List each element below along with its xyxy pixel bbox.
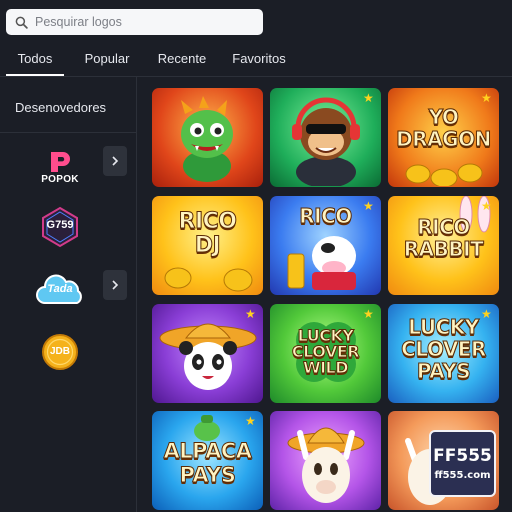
provider-sidebar: Desenovedores POPOK G759 Tada JDB: [0, 77, 137, 512]
gold-coins-icon: [405, 163, 483, 186]
tada-logo-text: Tada: [47, 283, 73, 295]
search-input[interactable]: [35, 15, 255, 29]
game-tile-lucky-clover-pays[interactable]: LUCKY CLOVER PAYS ★: [388, 304, 499, 403]
money-bag-icon: [194, 415, 220, 441]
provider-jdb[interactable]: JDB: [30, 329, 90, 375]
tab-recente[interactable]: Recente: [154, 46, 210, 76]
search-bar[interactable]: [6, 9, 263, 35]
favorite-star-icon[interactable]: ★: [245, 415, 257, 427]
game-tile-dragon[interactable]: [152, 88, 263, 187]
gold-coins-icon: [164, 267, 253, 292]
favorite-star-icon[interactable]: ★: [363, 308, 375, 320]
favorite-star-icon[interactable]: ★: [481, 308, 493, 320]
sidebar-divider: [0, 132, 137, 133]
provider-popok[interactable]: POPOK: [30, 144, 90, 190]
favorite-star-icon[interactable]: ★: [481, 92, 493, 104]
favorite-star-icon[interactable]: ★: [363, 92, 375, 104]
monkey-dj-character-icon: [292, 97, 360, 186]
jdb-logo-text: JDB: [49, 346, 70, 357]
tab-todos[interactable]: Todos: [6, 46, 64, 76]
popok-logo-icon: [51, 151, 70, 172]
site-watermark-logo: FF555 ff555.com: [429, 430, 496, 497]
provider-tada[interactable]: Tada: [30, 267, 90, 313]
game-title-lucky-clover-pays: LUCKY CLOVER PAYS: [401, 315, 487, 383]
provider-popok-expand-button[interactable]: [103, 146, 127, 176]
app-root: Todos Popular Recente Favoritos Desenove…: [0, 0, 512, 512]
game-tile-yo-dragon[interactable]: YO DRAGON ★: [388, 88, 499, 187]
game-tile-alpaca-pays[interactable]: ALPACA PAYS ★: [152, 411, 263, 510]
game-tile-monkey[interactable]: ★: [270, 88, 381, 187]
game-title-yo-dragon: YO DRAGON: [396, 105, 492, 151]
tab-popular[interactable]: Popular: [80, 46, 134, 76]
cow-character-icon: [287, 236, 356, 290]
watermark-url: ff555.com: [434, 470, 491, 481]
g759-logo-text: G759: [46, 219, 74, 231]
alpaca-character-icon: [287, 427, 365, 503]
panda-character-icon: [159, 323, 257, 390]
favorite-star-icon[interactable]: ★: [481, 200, 493, 212]
provider-tada-expand-button[interactable]: [103, 270, 127, 300]
game-title-rico-dj: RICO DJ: [178, 209, 237, 258]
game-title-alpaca-pays: ALPACA PAYS: [163, 439, 253, 488]
game-tile-rico-rabbit[interactable]: RICO RABBIT ★: [388, 196, 499, 295]
favorite-star-icon[interactable]: ★: [245, 308, 257, 320]
chevron-right-icon: [112, 156, 119, 166]
watermark-title: FF555: [433, 446, 492, 466]
game-tile-alpaca[interactable]: [270, 411, 381, 510]
tab-favoritos[interactable]: Favoritos: [229, 46, 289, 76]
dragon-character-icon: [181, 96, 233, 182]
chevron-right-icon: [112, 280, 119, 290]
popok-logo-text: POPOK: [41, 173, 79, 185]
game-title-rico-rabbit: RICO RABBIT: [403, 215, 484, 261]
game-tile-lucky-clover-wild[interactable]: LUCKY CLOVER WILD ★: [270, 304, 381, 403]
search-icon: [15, 16, 28, 29]
tab-bar: Todos Popular Recente Favoritos: [0, 46, 512, 76]
favorite-star-icon[interactable]: ★: [363, 200, 375, 212]
game-tile-panda[interactable]: ★: [152, 304, 263, 403]
provider-g759[interactable]: G759: [30, 204, 90, 250]
sidebar-title: Desenovedores: [15, 100, 107, 115]
game-tile-rico-dj[interactable]: RICO DJ: [152, 196, 263, 295]
game-tile-rico[interactable]: RICO ★: [270, 196, 381, 295]
game-title-lucky-clover-wild: LUCKY CLOVER WILD: [291, 326, 360, 377]
